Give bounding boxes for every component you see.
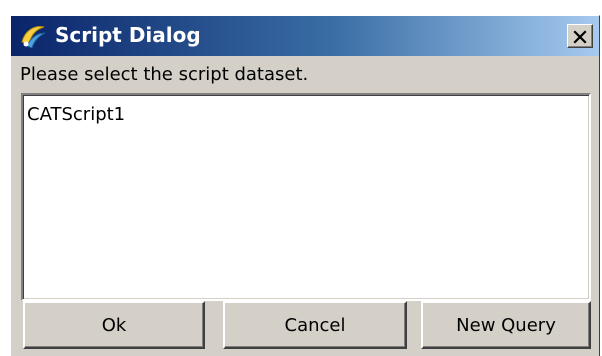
catia-icon: [19, 22, 47, 50]
new-query-button[interactable]: New Query: [421, 301, 591, 349]
title-bar[interactable]: Script Dialog: [11, 16, 599, 56]
list-item[interactable]: CATScript1: [27, 104, 125, 125]
prompt-label: Please select the script dataset.: [20, 64, 309, 85]
script-dialog-window: Script Dialog Please select the script d…: [10, 15, 600, 356]
close-button[interactable]: [567, 24, 593, 48]
close-icon: [573, 29, 587, 44]
script-dataset-listbox[interactable]: CATScript1: [21, 93, 591, 301]
window-title: Script Dialog: [55, 23, 201, 47]
cancel-button[interactable]: Cancel: [223, 301, 407, 349]
ok-button[interactable]: Ok: [23, 301, 205, 349]
